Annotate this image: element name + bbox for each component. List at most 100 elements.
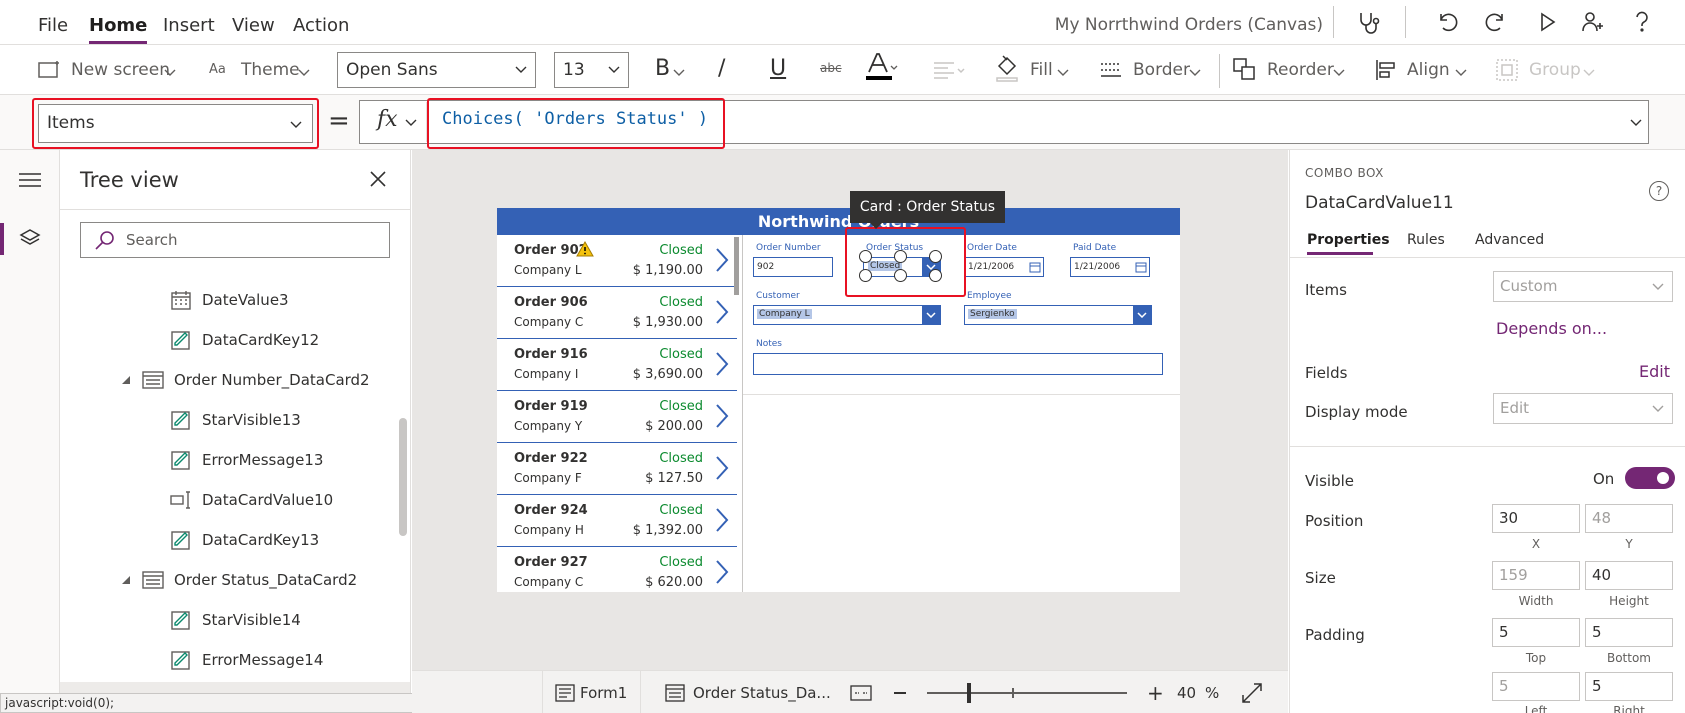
chevron-right-icon[interactable] [715, 247, 729, 273]
width-input[interactable]: 159 [1492, 561, 1580, 590]
paid-date-picker[interactable]: 1/21/2006 [1070, 257, 1150, 277]
bold-icon[interactable]: B [655, 56, 670, 81]
customer-combobox[interactable]: Company L [753, 305, 941, 325]
menu-home[interactable]: Home [89, 15, 148, 44]
notes-input[interactable] [753, 353, 1163, 375]
control-name[interactable]: DataCardValue11 [1305, 193, 1454, 213]
calendar-icon[interactable] [1135, 261, 1147, 273]
orders-gallery[interactable]: Order 902 Company L Closed $ 1,190.00 Or… [497, 235, 742, 592]
order-number-input[interactable]: 902 [753, 257, 833, 277]
font-color-icon[interactable] [865, 52, 899, 82]
collapse-triangle-icon[interactable] [122, 376, 130, 384]
fit-to-window-icon[interactable] [1242, 683, 1262, 703]
screen-size-icon[interactable] [850, 685, 872, 701]
new-screen-icon[interactable] [38, 60, 60, 80]
close-icon[interactable] [370, 171, 386, 187]
tree-item-starvisible14[interactable]: StarVisible14 [170, 601, 301, 639]
undo-icon[interactable] [1435, 10, 1459, 34]
chevron-right-icon[interactable] [715, 455, 729, 481]
zoom-slider-track[interactable] [927, 692, 1127, 694]
app-screen[interactable]: Northwind Orders Order 902 Company L Clo… [497, 208, 1180, 592]
zoom-in-button[interactable]: + [1147, 683, 1164, 703]
combobox-dropdown-button[interactable] [922, 306, 940, 324]
tree-item-datacardvalue10[interactable]: DataCardValue10 [170, 481, 333, 519]
chevron-right-icon[interactable] [715, 403, 729, 429]
combobox-dropdown-button[interactable] [1133, 306, 1151, 324]
fill-icon[interactable] [995, 54, 1019, 82]
reorder-button[interactable]: Reorder [1267, 60, 1334, 80]
gallery-row[interactable]: Order 924 Company H Closed $ 1,392.00 [497, 495, 737, 547]
strikethrough-icon[interactable]: abc [820, 61, 842, 75]
tree-scrollbar[interactable] [399, 418, 407, 536]
underline-icon[interactable]: U [770, 56, 786, 81]
help-icon[interactable]: ? [1649, 181, 1669, 201]
order-date-picker[interactable]: 1/21/2006 [964, 257, 1044, 277]
italic-icon[interactable]: / [718, 56, 725, 81]
gallery-row[interactable]: Order 916 Company I Closed $ 3,690.00 [497, 339, 737, 391]
border-icon[interactable] [1100, 62, 1122, 78]
zoom-slider-thumb[interactable] [967, 683, 971, 703]
share-user-icon[interactable] [1580, 9, 1606, 35]
menu-file[interactable]: File [38, 15, 68, 36]
hamburger-icon[interactable] [19, 172, 41, 188]
play-icon[interactable] [1535, 10, 1559, 34]
breadcrumb-form[interactable]: Form1 [580, 684, 627, 702]
collapse-triangle-icon[interactable] [122, 576, 130, 584]
help-icon[interactable] [1632, 10, 1652, 34]
position-y-input[interactable]: 48 [1585, 504, 1673, 533]
tree-item-order-status-datacard2[interactable]: Order Status_DataCard2 [122, 561, 357, 599]
menu-view[interactable]: View [232, 15, 275, 36]
items-select[interactable]: Custom [1493, 271, 1673, 302]
tree-item-datacardkey13[interactable]: DataCardKey13 [170, 521, 319, 559]
calendar-icon[interactable] [1029, 261, 1041, 273]
chevron-right-icon[interactable] [715, 299, 729, 325]
theme-button[interactable]: Theme [241, 60, 300, 80]
fill-button[interactable]: Fill [1030, 60, 1053, 80]
stethoscope-icon[interactable] [1356, 10, 1382, 36]
tree-item-errormessage13[interactable]: ErrorMessage13 [170, 441, 323, 479]
gallery-row[interactable]: Order 919 Company Y Closed $ 200.00 [497, 391, 737, 443]
font-select[interactable]: Open Sans [337, 52, 536, 88]
align-icon[interactable] [1375, 59, 1397, 81]
padding-left-input[interactable]: 5 [1492, 672, 1580, 701]
tree-item-datevalue3[interactable]: DateValue3 [170, 281, 289, 319]
chevron-right-icon[interactable] [715, 507, 729, 533]
align-button[interactable]: Align [1407, 60, 1450, 80]
employee-combobox[interactable]: Sergienko [964, 305, 1152, 325]
tree-search-box[interactable]: Search [80, 222, 390, 258]
position-x-input[interactable]: 30 [1492, 504, 1580, 533]
chevron-right-icon[interactable] [715, 351, 729, 377]
tree-item-starvisible13[interactable]: StarVisible13 [170, 401, 301, 439]
tree-item-order-number-datacard2[interactable]: Order Number_DataCard2 [122, 361, 370, 399]
redo-icon[interactable] [1484, 10, 1508, 34]
zoom-out-button[interactable] [894, 692, 906, 694]
height-input[interactable]: 40 [1585, 561, 1673, 590]
fields-edit-link[interactable]: Edit [1639, 362, 1670, 381]
padding-top-input[interactable]: 5 [1492, 618, 1580, 647]
tab-advanced[interactable]: Advanced [1475, 232, 1544, 248]
border-button[interactable]: Border [1133, 60, 1190, 80]
menu-insert[interactable]: Insert [163, 15, 215, 36]
display-mode-select[interactable]: Edit [1493, 393, 1673, 424]
tree-item-errormessage14[interactable]: ErrorMessage14 [170, 641, 323, 679]
layers-icon[interactable] [19, 228, 41, 250]
padding-right-input[interactable]: 5 [1585, 672, 1673, 701]
tab-rules[interactable]: Rules [1407, 232, 1445, 248]
gallery-row[interactable]: Order 906 Company C Closed $ 1,930.00 [497, 287, 737, 339]
tree-item-datacardkey12[interactable]: DataCardKey12 [170, 321, 319, 359]
visible-toggle[interactable] [1625, 467, 1675, 489]
gallery-row[interactable]: Order 922 Company F Closed $ 127.50 [497, 443, 737, 495]
padding-bottom-input[interactable]: 5 [1585, 618, 1673, 647]
new-screen-button[interactable]: New screen [71, 60, 170, 80]
reorder-icon[interactable] [1233, 58, 1257, 82]
tab-properties[interactable]: Properties [1307, 232, 1390, 248]
breadcrumb-card[interactable]: Order Status_Da... [693, 684, 831, 702]
gallery-scrollbar[interactable] [734, 237, 739, 295]
expand-formula-icon[interactable] [1630, 119, 1642, 127]
chevron-right-icon[interactable] [715, 559, 729, 585]
gallery-row[interactable]: Order 927 Company C Closed $ 620.00 [497, 547, 737, 592]
fx-button[interactable]: fx [361, 102, 427, 142]
depends-on-link[interactable]: Depends on... [1496, 319, 1607, 338]
gallery-row[interactable]: Order 902 Company L Closed $ 1,190.00 [497, 235, 737, 287]
menu-action[interactable]: Action [293, 15, 349, 36]
